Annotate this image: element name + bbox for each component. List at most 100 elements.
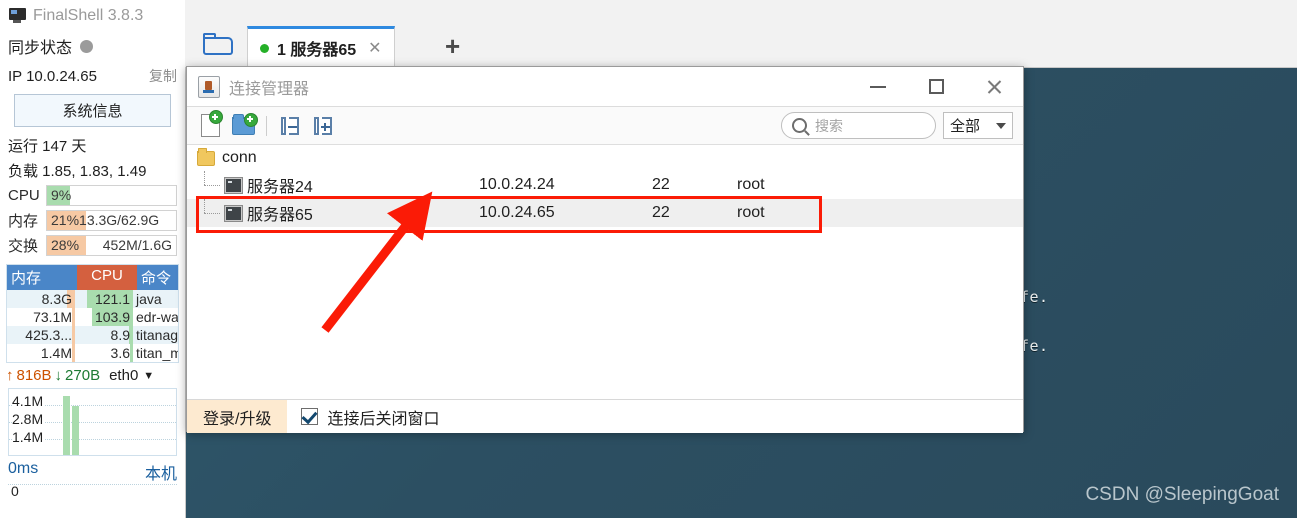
network-upload-value: 816B (16, 367, 52, 384)
chevron-down-icon (996, 122, 1006, 129)
terminal-icon (224, 205, 243, 222)
checkbox-box[interactable] (301, 408, 319, 425)
filter-selected-value: 全部 (950, 118, 981, 135)
connection-list: conn 服务器24 10.0.24.24 22 root 服务器65 10.0… (187, 145, 1023, 399)
memory-meter-label: 内存 (8, 213, 39, 230)
process-cpu: 121.1 (94, 291, 130, 307)
connection-manager-dialog: 连接管理器 全部 conn (186, 66, 1024, 433)
expand-all-icon[interactable] (309, 112, 336, 139)
ip-address: IP 10.0.24.65 (8, 67, 97, 85)
system-info-button[interactable]: 系统信息 (14, 94, 171, 127)
process-header-memory[interactable]: 内存 (7, 265, 77, 290)
swap-meter-detail: 452M/1.6G (102, 237, 172, 253)
tab-server65[interactable]: 1 服务器65 ✕ (247, 26, 395, 67)
uptime-text: 运行 147 天 (8, 138, 87, 155)
java-app-icon (198, 75, 220, 98)
connection-user: root (737, 176, 765, 193)
dialog-title-bar[interactable]: 连接管理器 (187, 67, 1023, 107)
tab-status-indicator (260, 43, 269, 53)
process-memory: 73.1M (33, 309, 72, 325)
process-header-command[interactable]: 命令 (137, 265, 178, 290)
process-row[interactable]: 8.3G 121.1 java (7, 290, 178, 308)
app-title: FinalShell 3.8.3 (33, 7, 144, 24)
memory-meter-row: 内存 21%13.3G/62.9G (0, 208, 185, 233)
process-header-cpu[interactable]: CPU (77, 265, 137, 290)
upload-arrow-icon: ↑ (6, 367, 14, 384)
sync-status-label: 同步状态 (8, 40, 73, 57)
network-bar (63, 395, 70, 455)
process-row[interactable]: 1.4M 3.6 titan_mo (7, 344, 178, 362)
sync-status-indicator (80, 39, 94, 53)
sidebar: FinalShell 3.8.3 同步状态 IP 10.0.24.65 复制 系… (0, 0, 186, 518)
ping-zero-label: 0 (11, 483, 19, 499)
ping-chart: 0 (8, 483, 177, 503)
connection-port: 22 (652, 204, 670, 221)
download-arrow-icon: ↓ (54, 367, 63, 384)
tab-bar: 1 服务器65 ✕ + (185, 0, 1297, 68)
login-upgrade-button[interactable]: 登录/升级 (187, 400, 288, 433)
swap-meter-row: 交换 28% 452M/1.6G (0, 233, 185, 258)
process-table: 内存 CPU 命令 8.3G 121.1 java 73.1M 103.9 ed… (6, 264, 179, 363)
connection-user: root (737, 204, 765, 221)
close-icon[interactable] (965, 67, 1023, 106)
minimize-icon[interactable] (849, 67, 907, 106)
collapse-all-icon[interactable] (276, 112, 303, 139)
checkbox-label: 连接后关闭窗口 (327, 410, 440, 428)
connection-row[interactable]: 服务器65 10.0.24.65 22 root (187, 199, 1023, 227)
tree-folder-row[interactable]: conn (187, 145, 1023, 171)
new-tab-button[interactable]: + (445, 33, 460, 59)
new-folder-icon[interactable] (230, 112, 258, 139)
terminal-line: fe. (1020, 288, 1049, 306)
memory-meter-percent: 21% (51, 212, 80, 228)
cpu-meter-label: CPU (8, 187, 40, 204)
terminal-icon (224, 177, 243, 194)
network-interface[interactable]: eth0 (109, 367, 138, 384)
process-cpu: 8.9 (110, 327, 130, 343)
ping-target[interactable]: 本机 (145, 460, 177, 484)
connection-row[interactable]: 服务器24 10.0.24.24 22 root (187, 171, 1023, 199)
folder-name: conn (222, 149, 257, 166)
terminal-line: fe. (1020, 337, 1049, 355)
toolbar-separator (266, 115, 267, 136)
close-icon[interactable]: ✕ (368, 38, 381, 58)
network-y-label: 2.8M (12, 411, 46, 427)
network-bar (72, 406, 79, 455)
process-command: java (136, 291, 162, 307)
cpu-meter-row: CPU 9% (0, 183, 185, 208)
memory-meter-detail: 13.3G/62.9G (79, 212, 160, 228)
cpu-meter-percent: 9% (51, 187, 72, 203)
network-y-label: 4.1M (12, 393, 46, 409)
close-after-connect-checkbox[interactable]: 连接后关闭窗口 (301, 405, 439, 429)
watermark: CSDN @SleepingGoat (1085, 484, 1279, 505)
connection-name: 服务器65 (247, 207, 313, 224)
dialog-footer: 登录/升级 连接后关闭窗口 (187, 399, 1023, 433)
sync-status-row: 同步状态 (0, 28, 185, 62)
open-folder-icon[interactable] (195, 26, 243, 62)
connection-name: 服务器24 (247, 179, 313, 196)
process-command: edr-wat (136, 309, 178, 325)
network-chart: 4.1M 2.8M 1.4M (8, 388, 177, 456)
new-connection-icon[interactable] (197, 110, 224, 139)
process-cpu: 103.9 (94, 309, 130, 325)
search-input[interactable] (813, 116, 925, 135)
folder-icon (197, 147, 215, 166)
process-command: titanage (136, 327, 178, 343)
process-row[interactable]: 73.1M 103.9 edr-wat (7, 308, 178, 326)
process-memory: 8.3G (41, 291, 72, 307)
swap-meter: 28% 452M/1.6G (46, 235, 177, 256)
network-download-value: 270B (65, 367, 101, 384)
ping-value: 0ms (8, 460, 39, 477)
network-y-label: 1.4M (12, 429, 46, 445)
process-row[interactable]: 425.3... 8.9 titanage (7, 326, 178, 344)
chevron-down-icon[interactable]: ▼ (143, 370, 154, 382)
process-memory: 425.3... (25, 327, 72, 343)
load-average-text: 负载 1.85, 1.83, 1.49 (8, 163, 147, 180)
connection-host: 10.0.24.24 (479, 176, 555, 193)
tab-label: 1 服务器65 (277, 42, 357, 59)
filter-dropdown[interactable]: 全部 (943, 112, 1013, 139)
search-box[interactable] (781, 112, 936, 139)
network-summary-row: ↑ 816B ↓ 270B eth0 ▼ (0, 363, 185, 386)
copy-button[interactable]: 复制 (149, 66, 177, 86)
maximize-icon[interactable] (907, 67, 965, 106)
process-cpu: 3.6 (110, 345, 130, 361)
